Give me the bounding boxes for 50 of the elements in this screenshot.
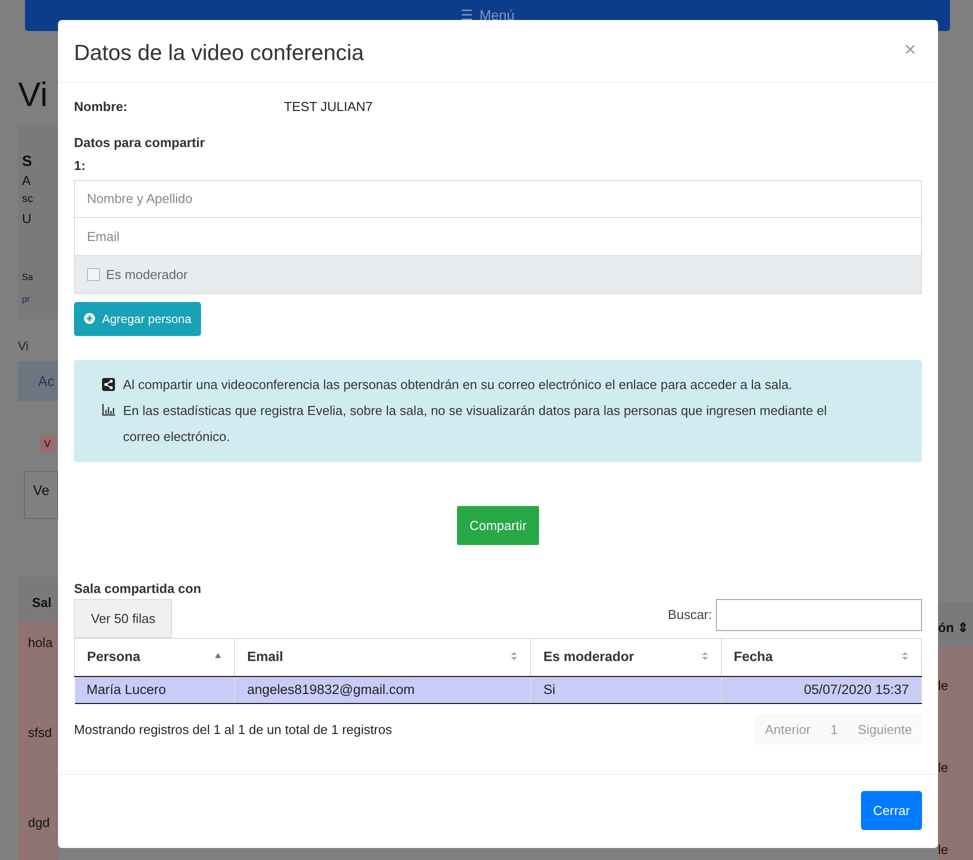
name-value: TEST JULIAN7 xyxy=(284,98,373,116)
card-text: sc xyxy=(18,191,58,209)
card-title: S xyxy=(18,125,58,171)
column-header[interactable]: Email xyxy=(234,638,531,676)
page-heading: Vi xyxy=(18,75,49,116)
link[interactable]: pr xyxy=(18,289,58,319)
search-field[interactable] xyxy=(716,598,922,631)
table-cell: angeles819832@gmail.com xyxy=(234,676,531,704)
note-text: Al compartir una videoconferencia las personas obtendrán en su correo electrónico el enlace para acceder a la sala. xyxy=(123,376,792,394)
table-cell: sfsd xyxy=(18,711,58,801)
chart-icon xyxy=(102,404,115,416)
name-field[interactable]: Nombre y Apellido xyxy=(74,180,922,218)
table-cell: Si xyxy=(530,676,722,704)
close-button[interactable]: × xyxy=(898,40,922,60)
tag: V xyxy=(40,436,55,453)
entry-label: 1: xyxy=(74,157,87,176)
field-label: Nombre: xyxy=(74,98,128,116)
card-text: Sa xyxy=(18,229,58,289)
plus-circle-icon xyxy=(84,313,95,324)
rows-button[interactable]: Ver 50 filas xyxy=(74,598,172,638)
add-person-button[interactable]: Agregar persona xyxy=(74,302,202,336)
search-label: Buscar: xyxy=(668,606,712,624)
table-info: Mostrando registros del 1 al 1 de un total de 1 registros xyxy=(74,720,392,739)
modal-title: Datos de la video conferencia xyxy=(74,40,364,66)
email-field[interactable]: Email xyxy=(74,218,922,256)
column-header: ón ⇕ xyxy=(938,602,973,646)
share-button[interactable]: Compartir xyxy=(457,506,539,546)
table-cell: 05/07/2020 15:37 xyxy=(721,676,922,704)
checkbox[interactable] xyxy=(87,268,100,281)
share-icon xyxy=(102,378,115,391)
section-heading: Sala compartida con xyxy=(74,580,202,598)
column-header[interactable]: Es moderador xyxy=(530,638,722,676)
note-text: En las estadísticas que registra Evelia, sobre la sala, no se visualizarán datos para las personas que ingresen mediante el correo electrónico. xyxy=(123,402,828,446)
broken-image: Vi xyxy=(18,338,30,355)
table-cell: le xyxy=(938,646,973,728)
table-cell: dgd xyxy=(18,801,58,860)
action-bar: Ac xyxy=(18,361,58,401)
table-cell: le xyxy=(938,728,973,810)
table-cell: le xyxy=(938,810,973,860)
card-text: U xyxy=(18,209,58,229)
close-button[interactable]: Cerrar xyxy=(861,790,922,830)
column-header: Sal xyxy=(18,577,58,621)
column-header[interactable]: Persona xyxy=(74,638,235,676)
column-header[interactable]: Fecha xyxy=(721,638,922,676)
input-field[interactable]: Ve xyxy=(24,471,58,519)
checkbox-label: Es moderador xyxy=(106,266,188,284)
table-cell: María Lucero xyxy=(74,676,235,704)
card-text: A xyxy=(18,171,58,191)
table-cell: hola xyxy=(18,621,58,711)
section-heading: Datos para compartir xyxy=(74,134,206,152)
